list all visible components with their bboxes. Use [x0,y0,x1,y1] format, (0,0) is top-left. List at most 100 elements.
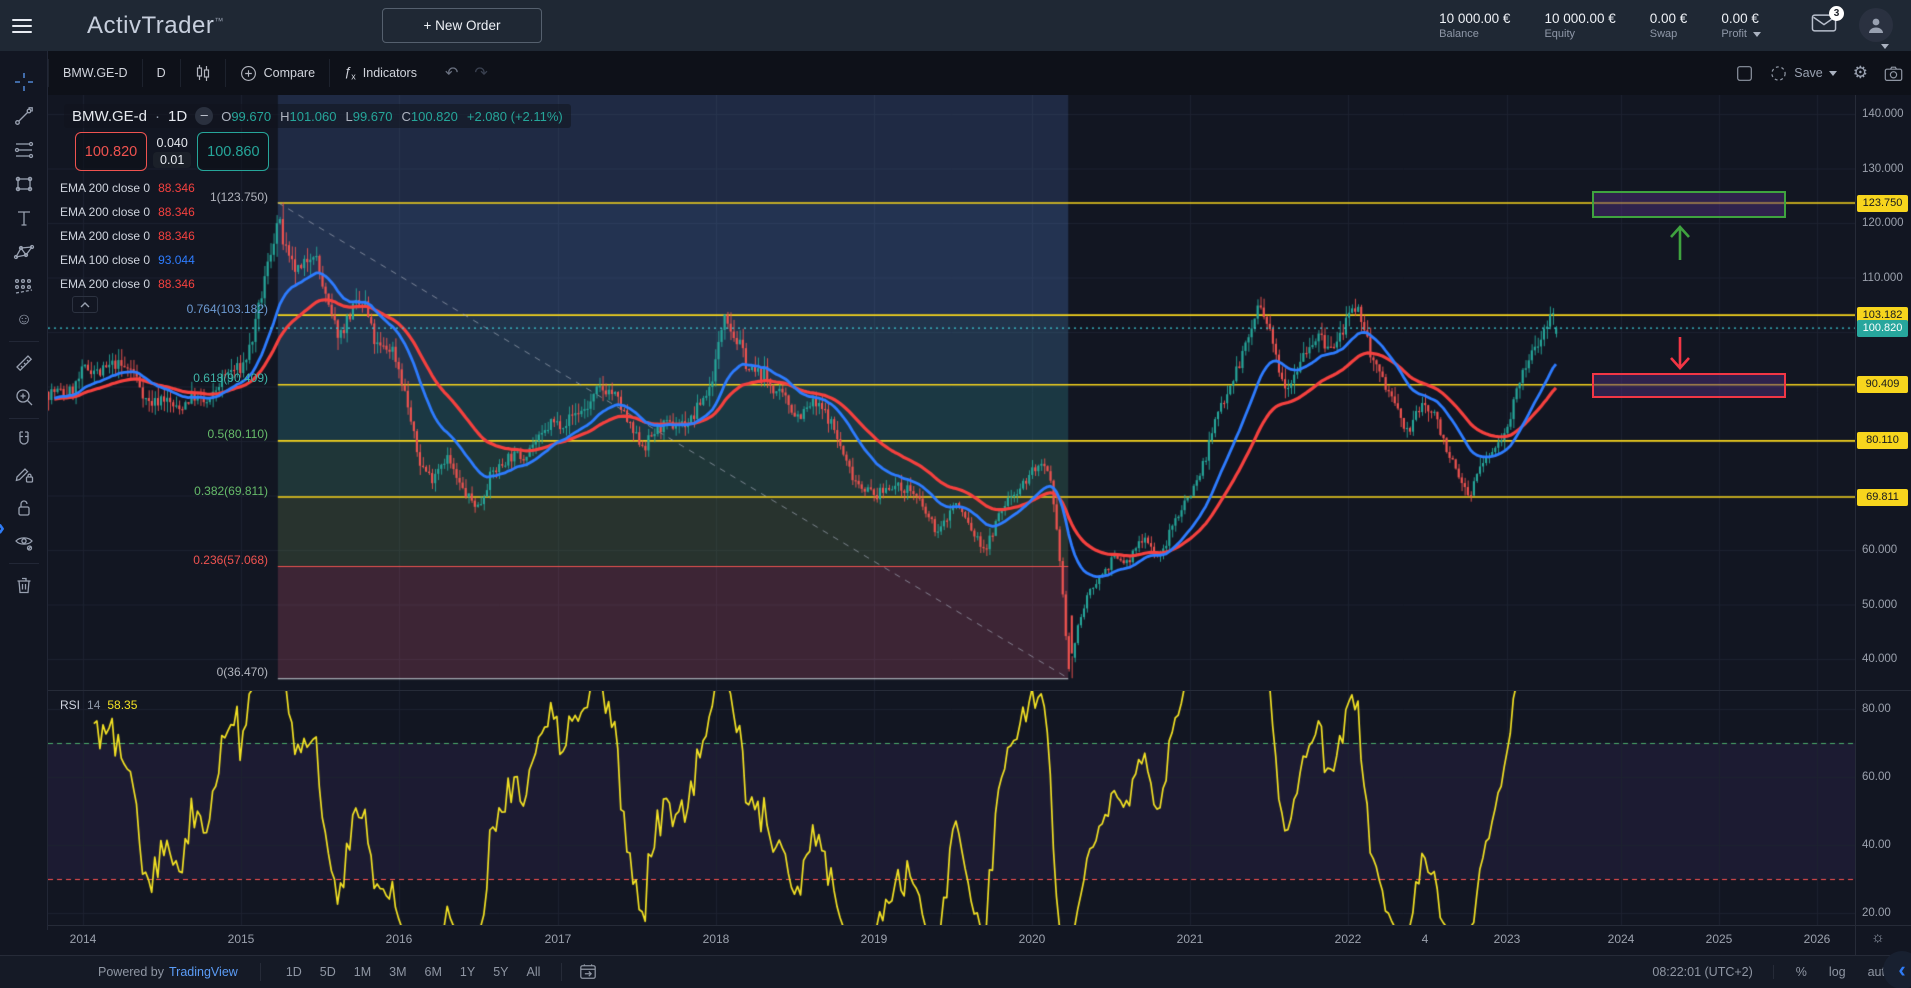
legend-symbol: BMW.GE-d [72,108,147,125]
rsi-legend[interactable]: RSI 14 58.35 [60,698,137,712]
mail-badge: 3 [1829,6,1844,21]
new-order-button[interactable]: + New Order [382,8,542,43]
fib-level-label[interactable]: 0(36.470) [58,665,268,679]
down-arrow-drawing[interactable] [1665,333,1695,373]
log-scale-toggle[interactable]: log [1829,965,1846,979]
crosshair-tool[interactable] [0,65,48,99]
rsi-pane-canvas[interactable] [48,690,1855,925]
sell-quote-button[interactable]: 100.820 [75,132,147,171]
collapse-panel-icon[interactable]: ‹ [1883,951,1911,988]
timeframe-3m[interactable]: 3M [382,963,413,981]
undo-icon[interactable]: ↶ [445,63,458,83]
axis-settings-icon[interactable]: ☼ [1871,929,1885,946]
text-tool[interactable] [0,201,48,235]
remove-all-drawings-tool[interactable] [0,568,48,602]
legend-interval: 1D [168,108,187,125]
app-logo: ActivTrader™ [87,12,224,40]
rectangle-tool[interactable] [0,167,48,201]
chart-style-button[interactable] [181,59,226,87]
trademark: ™ [214,16,224,26]
timeframe-switcher: 1D5D1M3M 6M1Y5Y All [260,963,548,981]
indicator-row[interactable]: EMA 200 close 088.346 [60,224,195,248]
timeframe-5d[interactable]: 5D [313,963,343,981]
price-tick: 130.000 [1862,163,1904,175]
xabcd-pattern-tool[interactable] [0,235,48,269]
time-tick: 2017 [545,932,572,946]
measure-ruler-tool[interactable] [0,346,48,380]
lock-all-drawings-tool[interactable] [0,491,48,525]
rsi-tick: 60.00 [1862,771,1891,783]
fib-level-label[interactable]: 0.5(80.110) [58,427,268,441]
time-tick: 2025 [1706,932,1733,946]
time-tick: 2020 [1019,932,1046,946]
avatar[interactable] [1859,8,1893,42]
account-stat[interactable]: 0.00 €Profit [1721,11,1761,40]
settings-gear-icon[interactable]: ⚙ [1853,63,1868,83]
compare-plus-icon [240,65,257,82]
indicators-button[interactable]: ƒx Indicators [330,59,431,87]
magnet-tool[interactable] [0,423,48,457]
rsi-tick: 40.00 [1862,839,1891,851]
price-level-badge: 90.409 [1857,376,1908,393]
top-account-bar: ActivTrader™ + New Order 10 000.00 €Bala… [0,0,1911,51]
time-tick: 4 [1422,932,1429,946]
spread: 0.040 0.01 [153,136,191,168]
candlestick-icon [195,64,211,82]
fib-level-label[interactable]: 0.236(57.068) [58,553,268,567]
drawing-sync-lock-tool[interactable] [0,457,48,491]
price-tick: 60.000 [1862,544,1897,556]
compare-button[interactable]: Compare [226,59,330,87]
indicator-row[interactable]: EMA 200 close 088.346 [60,200,195,224]
object-tree-flyout-icon[interactable]: › [0,514,5,542]
pane-divider[interactable] [48,690,1911,691]
account-stat: 0.00 €Swap [1650,11,1688,40]
trend-line-tool[interactable] [0,99,48,133]
long-target-box[interactable] [1592,191,1786,218]
fib-level-label[interactable]: 0.764(103.182) [58,302,268,316]
save-layout-button[interactable]: Save [1769,65,1837,82]
percent-scale-toggle[interactable]: % [1796,965,1807,979]
fx-icon: ƒx [344,64,356,82]
powered-by: Powered by TradingView [98,965,238,979]
short-target-box[interactable] [1592,373,1786,398]
redo-icon[interactable]: ↷ [474,63,487,83]
timeframe-1d[interactable]: 1D [279,963,309,981]
fib-level-label[interactable]: 0.382(69.811) [58,484,268,498]
up-arrow-drawing[interactable] [1665,222,1695,264]
price-tick: 50.000 [1862,599,1897,611]
chart-legend[interactable]: BMW.GE-d · 1D – O99.670 H101.060 L99.670… [64,104,571,128]
indicator-row[interactable]: EMA 100 close 093.044 [60,248,195,272]
hide-all-drawings-tool[interactable] [0,525,48,559]
collapse-symbol-icon[interactable]: – [195,107,213,125]
indicator-row[interactable]: EMA 200 close 088.346 [60,272,195,296]
timeframe-5y[interactable]: 5Y [486,963,515,981]
time-tick: 2021 [1177,932,1204,946]
menu-icon[interactable] [12,19,32,33]
account-stats: 10 000.00 €Balance10 000.00 €Equity0.00 … [1439,0,1761,51]
zoom-in-tool[interactable] [0,380,48,414]
camera-icon[interactable] [1884,65,1903,82]
timeframe-all[interactable]: All [520,963,548,981]
fib-level-label[interactable]: 1(123.750) [58,190,268,204]
emoji-tool[interactable]: ☺ [0,303,48,337]
timeframe-1y[interactable]: 1Y [453,963,482,981]
timeframe-6m[interactable]: 6M [418,963,449,981]
tradingview-link[interactable]: TradingView [169,965,238,979]
clock: 08:22:01 (UTC+2) [1652,965,1773,979]
fib-level-label[interactable]: 0.618(90.409) [58,371,268,385]
fib-retracement-tool[interactable] [0,133,48,167]
forecast-tool[interactable] [0,269,48,303]
go-to-date-icon[interactable] [561,963,598,981]
interval-button[interactable]: D [143,59,181,87]
layout-select-icon[interactable] [1736,65,1753,82]
time-tick: 2018 [703,932,730,946]
rsi-tick: 80.00 [1862,703,1891,715]
profit-caret-icon [1753,32,1761,37]
timeframe-1m[interactable]: 1M [347,963,378,981]
rsi-tick: 20.00 [1862,907,1891,919]
buy-quote-button[interactable]: 100.860 [197,132,269,171]
symbol-search[interactable]: BMW.GE-D [48,59,143,87]
mail-icon[interactable]: 3 [1811,12,1837,38]
main-chart-canvas[interactable] [48,95,1855,690]
price-level-badge: 69.811 [1857,489,1908,506]
